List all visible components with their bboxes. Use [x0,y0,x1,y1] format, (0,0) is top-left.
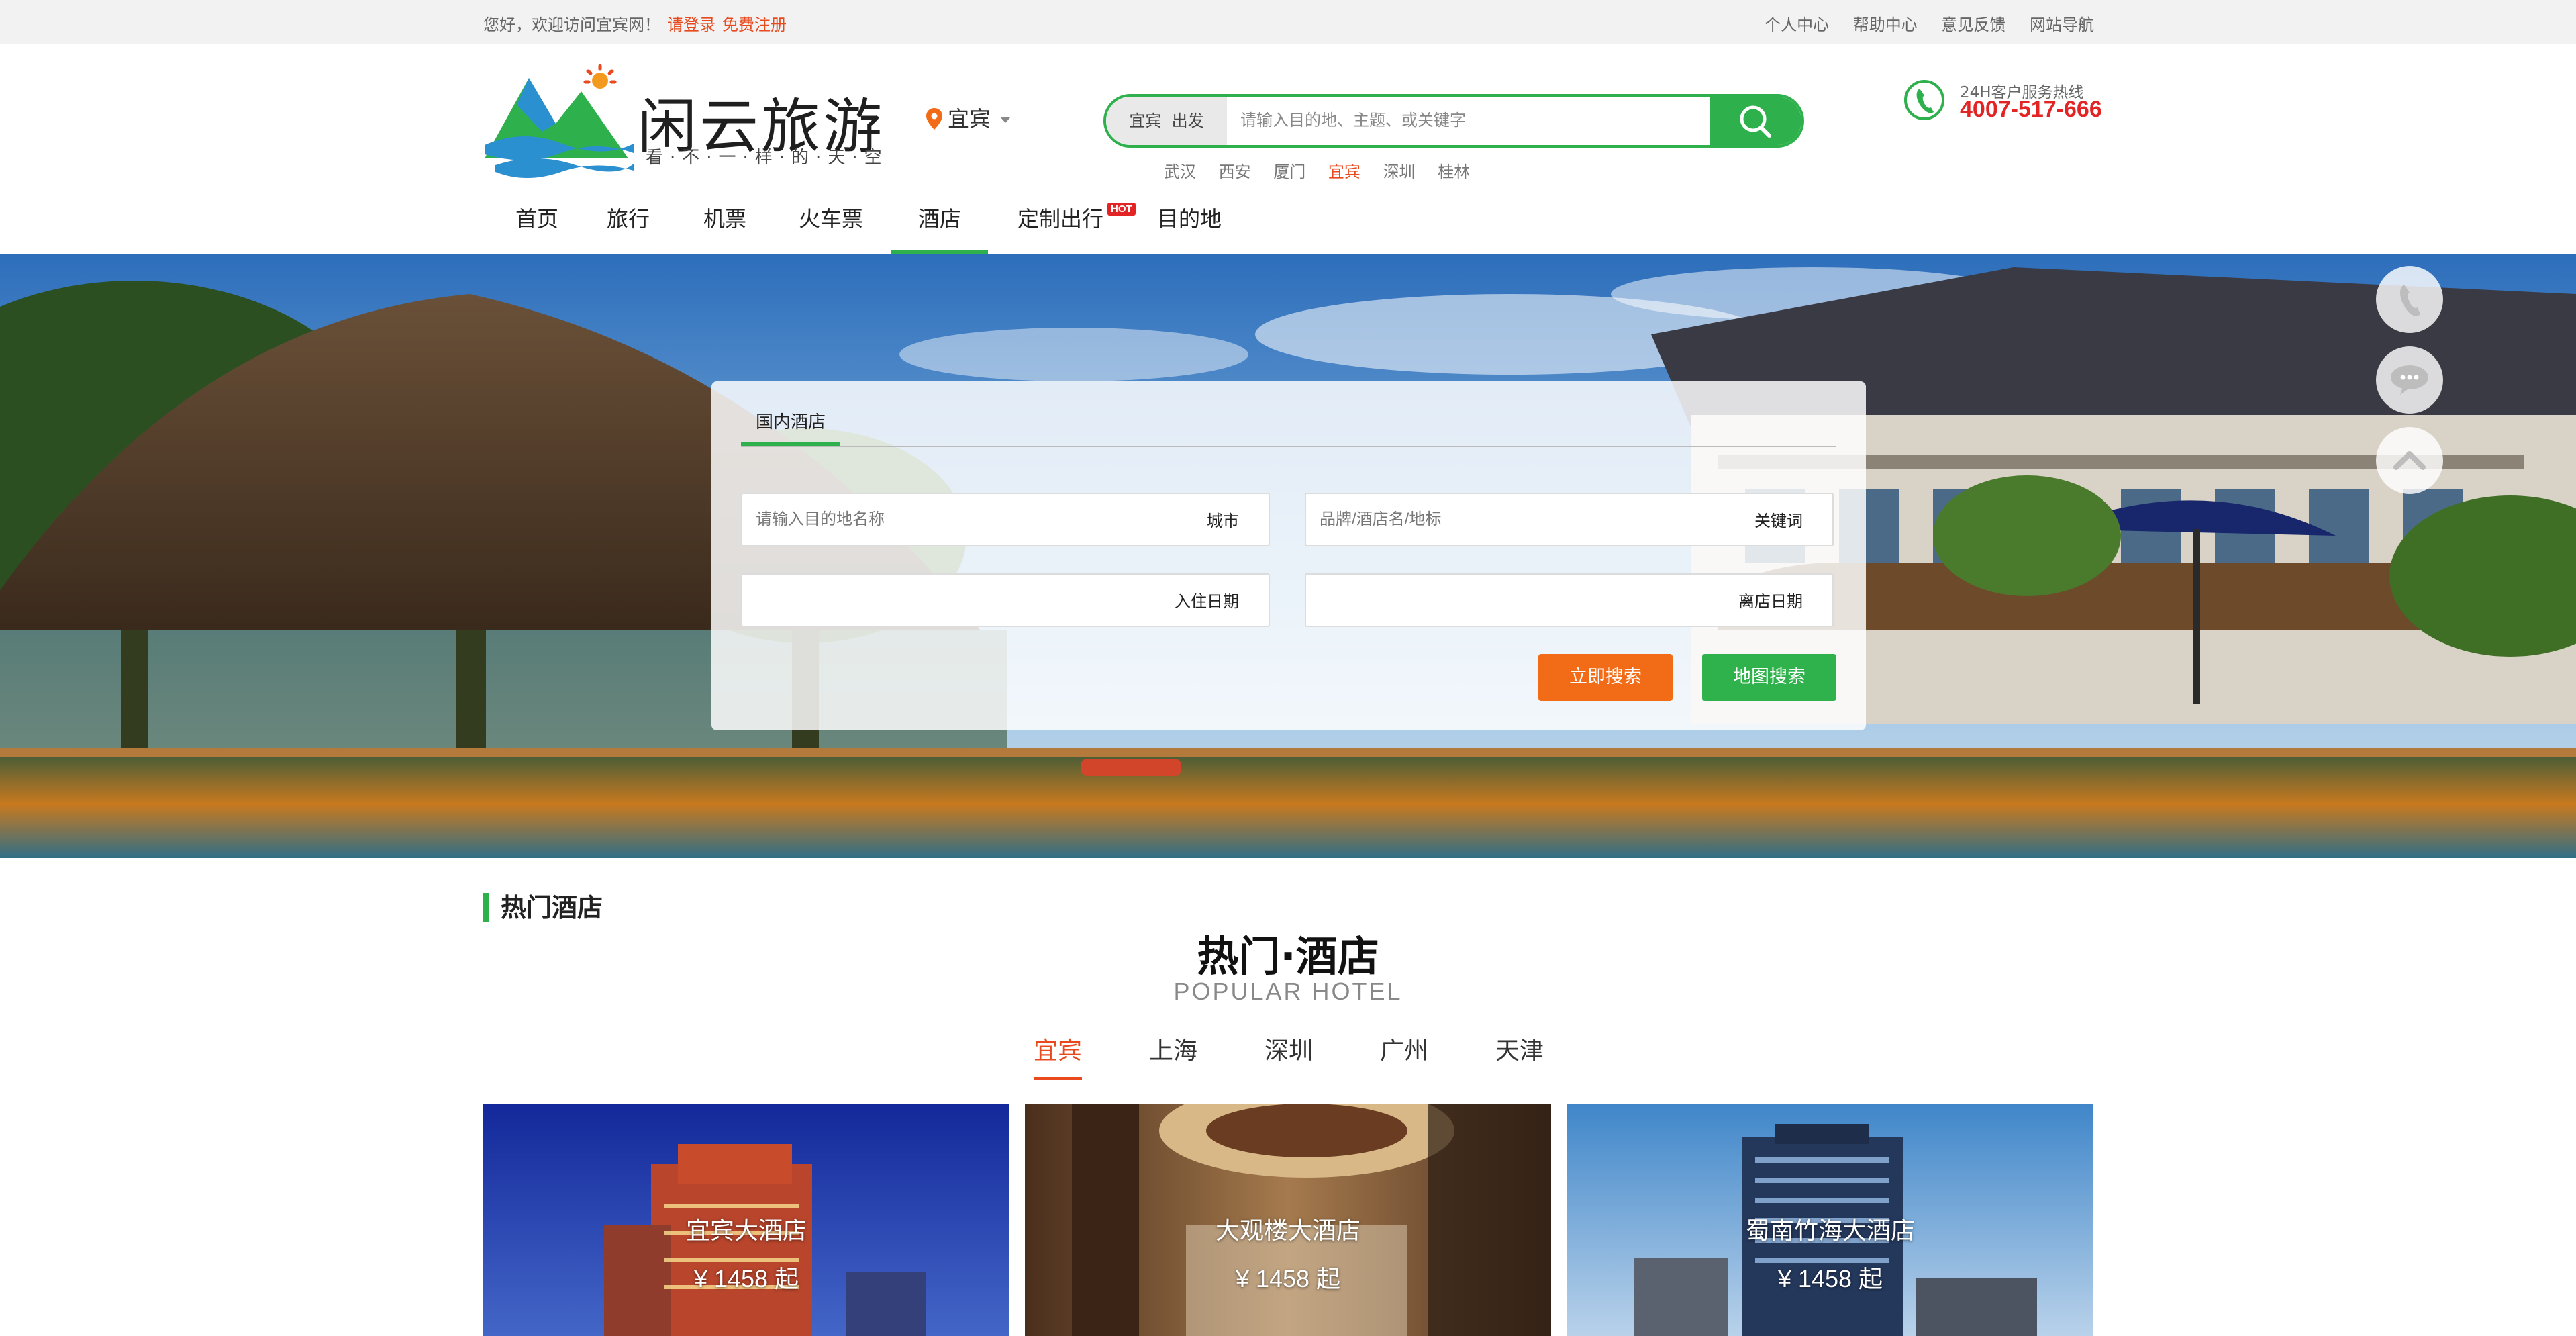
destination-tag: 城市 [1207,512,1239,530]
popular-title: 热门·酒店 [1197,932,1379,981]
hotel-price: ¥ 1458 起 [693,1265,799,1292]
phone-icon [1904,80,1944,120]
hot-city-link[interactable]: 厦门 [1273,162,1305,181]
link-site-nav[interactable]: 网站导航 [2030,15,2094,34]
hotel-search-panel: 国内酒店 城市 关键词 入住日期 离店日期 立即搜索 地图搜索 [711,381,1866,730]
back-to-top-button[interactable] [2376,427,2443,494]
location-pin-icon [926,108,942,130]
city-tab[interactable]: 天津 [1495,1031,1544,1066]
hot-city-link-active[interactable]: 宜宾 [1328,162,1360,181]
popular-subtitle: POPULAR HOTEL [1173,977,1403,1005]
page: 您好，欢迎访问宜宾网！ 请登录免费注册 个人中心 帮助中心 意见反馈 网站导航 [0,0,2576,1336]
city-tab[interactable]: 深圳 [1265,1031,1313,1066]
search-button[interactable] [1710,97,1801,145]
checkout-date-field[interactable]: 离店日期 [1305,573,1834,627]
site-search: 宜宾 出发 [1103,94,1804,148]
phone-icon [2400,285,2420,316]
link-help-center[interactable]: 帮助中心 [1853,15,1918,34]
hotel-price: ¥ 1458 起 [1777,1265,1883,1292]
hotel-name: 宜宾大酒店 [685,1217,807,1245]
nav-travel[interactable]: 旅行 [601,199,655,254]
map-search-button[interactable]: 地图搜索 [1702,654,1836,701]
destination-input[interactable] [756,506,1132,533]
top-links: 个人中心 帮助中心 意见反馈 网站导航 [1746,11,2094,35]
destination-field[interactable]: 城市 [741,493,1270,546]
logo-mark-icon [485,64,634,178]
float-phone-button[interactable] [2376,266,2443,333]
site-logo[interactable]: 闲云旅游 看·不·一·样·的·天·空 [482,64,882,179]
nav-hotels[interactable]: 酒店 [891,199,988,254]
float-chat-button[interactable] [2376,346,2443,414]
keyword-tag: 关键词 [1754,512,1803,530]
hotel-name: 大观楼大酒店 [1215,1217,1360,1245]
search-input[interactable] [1240,103,1724,138]
hotel-price: ¥ 1458 起 [1235,1265,1341,1292]
checkin-date-field[interactable]: 入住日期 [741,573,1270,627]
register-link[interactable]: 免费注册 [722,15,787,34]
hot-cities: 武汉 西安 厦门 宜宾 深圳 桂林 [1164,158,1487,182]
welcome-message: 您好，欢迎访问宜宾网！ 请登录 免费注册 [483,11,787,35]
nav-home[interactable]: 首页 [510,199,564,254]
hot-city-link[interactable]: 西安 [1219,162,1251,181]
city-selector[interactable]: 宜宾 [926,102,1011,133]
tab-domestic-hotels[interactable]: 国内酒店 [741,408,841,446]
search-scope-city: 宜宾 [1129,111,1162,130]
hotel-card[interactable]: 大观楼大酒店 ¥ 1458 起 [1025,1104,1551,1336]
top-bar: 您好，欢迎访问宜宾网！ 请登录 免费注册 个人中心 帮助中心 意见反馈 网站导航 [0,0,2576,44]
city-tab[interactable]: 上海 [1149,1031,1197,1066]
nav-destinations[interactable]: 目的地 [1152,199,1227,254]
city-tab[interactable]: 广州 [1380,1031,1428,1066]
link-user-center[interactable]: 个人中心 [1765,15,1829,34]
checkin-tag: 入住日期 [1175,592,1239,611]
hotline: 24H客户服务热线 4007-517-666 [1902,75,2103,129]
chevron-up-icon [2393,451,2426,470]
search-icon [1740,105,1771,138]
keyword-input[interactable] [1320,506,1695,533]
welcome-text: 您好，欢迎访问宜宾网！ [483,15,660,34]
hotel-card[interactable]: 蜀南竹海大酒店 ¥ 1458 起 [1567,1104,2093,1336]
chevron-down-icon [1000,117,1011,123]
search-scope[interactable]: 宜宾 出发 [1106,97,1227,145]
city-tab-active[interactable]: 宜宾 [1034,1031,1083,1080]
hot-badge: HOT [1107,203,1136,216]
hotline-number: 4007-517-666 [1960,97,2102,122]
hot-city-link[interactable]: 武汉 [1164,162,1196,181]
search-now-button[interactable]: 立即搜索 [1538,654,1673,701]
hotel-name: 蜀南竹海大酒店 [1745,1217,1915,1245]
hot-city-link[interactable]: 深圳 [1383,162,1416,181]
nav-custom-trip[interactable]: 定制出行 [1013,199,1107,254]
nav-flights[interactable]: 机票 [698,199,752,254]
link-feedback[interactable]: 意见反馈 [1941,15,2005,34]
keyword-field[interactable]: 关键词 [1305,493,1834,546]
tab-divider [741,446,1836,447]
hot-city-link[interactable]: 桂林 [1438,162,1470,181]
hotel-card[interactable]: 宜宾大酒店 ¥ 1458 起 [483,1104,1009,1336]
city-tabs: 宜宾 上海 深圳 广州 天津 [0,1031,2576,1080]
checkout-tag: 离店日期 [1738,592,1803,611]
nav-trains[interactable]: 火车票 [793,199,869,254]
chat-bubble-icon [2391,365,2428,395]
brand-slogan: 看·不·一·样·的·天·空 [646,148,889,168]
section-title: 热门酒店 [483,893,603,922]
login-link[interactable]: 请登录 [667,15,715,34]
current-city: 宜宾 [948,106,991,132]
search-scope-type: 出发 [1171,111,1204,130]
